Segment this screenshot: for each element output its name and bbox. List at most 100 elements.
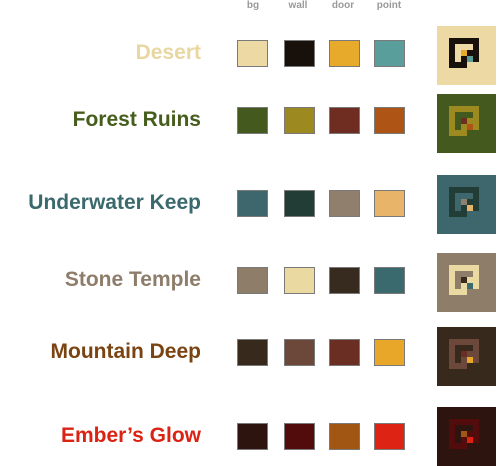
swatch-stone-temple-point (374, 267, 405, 294)
preview-wall-tile (455, 38, 461, 44)
preview-wall-tile (473, 44, 479, 50)
preview-wall-tile (461, 443, 467, 449)
swatch-underwater-keep-bg (237, 190, 268, 217)
column-header-wall: wall (288, 0, 308, 11)
swatch-mountain-deep-wall (284, 339, 315, 366)
preview-wall-tile (467, 106, 473, 112)
preview-wall-tile (449, 431, 455, 437)
preview-wall-tile (455, 106, 461, 112)
preview-wall-tile (461, 437, 467, 443)
preview-wall-tile (449, 289, 455, 295)
column-header-bg: bg (246, 0, 260, 11)
preview-wall-tile (473, 56, 479, 62)
preview-underwater-keep (437, 175, 496, 234)
swatch-desert-wall (284, 40, 315, 67)
preview-wall-tile (449, 44, 455, 50)
preview-wall-tile (473, 357, 479, 363)
swatch-mountain-deep-door (329, 339, 360, 366)
theme-name-mountain-deep: Mountain Deep (50, 340, 202, 363)
preview-wall-tile (473, 50, 479, 56)
preview-wall-tile (473, 425, 479, 431)
preview-wall-tile (473, 345, 479, 351)
preview-wall-tile (467, 187, 473, 193)
preview-door-tile (461, 277, 467, 283)
swatch-forest-ruins-bg (237, 107, 268, 134)
swatch-stone-temple-wall (284, 267, 315, 294)
column-header-point: point (376, 0, 402, 11)
preview-wall-tile (461, 205, 467, 211)
preview-maze-underwater-keep (437, 175, 496, 234)
swatch-ember-s-glow-bg (237, 423, 268, 450)
preview-wall-tile (461, 62, 467, 68)
swatch-ember-s-glow-point (374, 423, 405, 450)
preview-wall-tile (449, 443, 455, 449)
preview-wall-tile (461, 187, 467, 193)
preview-wall-tile (449, 351, 455, 357)
preview-wall-tile (449, 283, 455, 289)
preview-maze-desert (437, 26, 496, 85)
preview-wall-tile (455, 419, 461, 425)
preview-wall-tile (449, 187, 455, 193)
preview-wall-tile (467, 351, 473, 357)
preview-wall-tile (449, 112, 455, 118)
preview-wall-tile (449, 265, 455, 271)
preview-wall-tile (449, 50, 455, 56)
preview-point-tile (467, 56, 473, 62)
preview-wall-tile (449, 56, 455, 62)
preview-wall-tile (473, 118, 479, 124)
preview-wall-tile (473, 193, 479, 199)
swatch-desert-bg (237, 40, 268, 67)
preview-wall-tile (473, 187, 479, 193)
preview-wall-tile (467, 199, 473, 205)
preview-point-tile (467, 283, 473, 289)
preview-wall-tile (461, 283, 467, 289)
preview-wall-tile (455, 211, 461, 217)
preview-wall-tile (473, 271, 479, 277)
preview-wall-tile (461, 124, 467, 130)
preview-wall-tile (461, 289, 467, 295)
preview-point-tile (467, 124, 473, 130)
preview-wall-tile (467, 118, 473, 124)
swatch-mountain-deep-bg (237, 339, 268, 366)
preview-wall-tile (449, 363, 455, 369)
preview-wall-tile (473, 437, 479, 443)
swatch-stone-temple-bg (237, 267, 268, 294)
preview-wall-tile (467, 419, 473, 425)
preview-wall-tile (449, 211, 455, 217)
preview-wall-tile (449, 339, 455, 345)
preview-wall-tile (473, 124, 479, 130)
preview-wall-tile (461, 130, 467, 136)
preview-wall-tile (461, 106, 467, 112)
preview-wall-tile (449, 419, 455, 425)
swatch-underwater-keep-point (374, 190, 405, 217)
preview-wall-tile (461, 38, 467, 44)
preview-wall-tile (473, 277, 479, 283)
preview-wall-tile (473, 283, 479, 289)
swatch-forest-ruins-door (329, 107, 360, 134)
preview-wall-tile (449, 205, 455, 211)
preview-wall-tile (449, 271, 455, 277)
preview-wall-tile (467, 277, 473, 283)
preview-point-tile (467, 437, 473, 443)
preview-wall-tile (449, 118, 455, 124)
preview-wall-tile (455, 187, 461, 193)
preview-wall-tile (455, 443, 461, 449)
preview-wall-tile (473, 419, 479, 425)
preview-maze-mountain-deep (437, 327, 496, 386)
swatch-ember-s-glow-door (329, 423, 360, 450)
preview-wall-tile (461, 357, 467, 363)
theme-name-forest-ruins: Forest Ruins (72, 108, 201, 131)
preview-wall-tile (461, 363, 467, 369)
preview-wall-tile (467, 265, 473, 271)
preview-wall-tile (449, 277, 455, 283)
preview-door-tile (461, 118, 467, 124)
preview-wall-tile (473, 339, 479, 345)
preview-wall-tile (467, 38, 473, 44)
preview-wall-tile (461, 419, 467, 425)
theme-name-underwater-keep: Underwater Keep (28, 191, 201, 214)
preview-wall-tile (455, 289, 461, 295)
preview-wall-tile (467, 431, 473, 437)
preview-door-tile (461, 199, 467, 205)
preview-wall-tile (473, 199, 479, 205)
preview-wall-tile (473, 265, 479, 271)
